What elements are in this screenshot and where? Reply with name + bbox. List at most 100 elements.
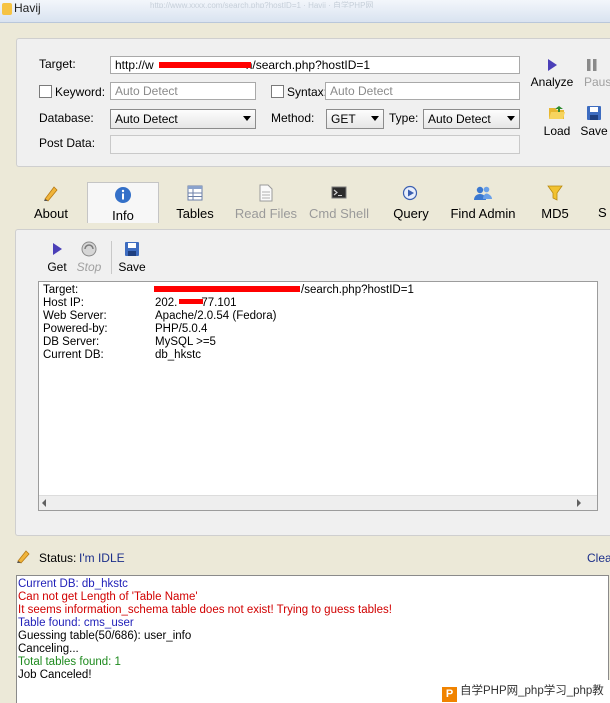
target-redaction xyxy=(154,286,300,292)
clear-link[interactable]: Clear xyxy=(587,551,610,565)
info-row-web-server: Web Server: Apache/2.0.54 (Fedora) xyxy=(43,310,276,323)
info-key: Powered-by: xyxy=(43,323,108,335)
info-row-powered-by: Powered-by: PHP/5.0.4 xyxy=(43,323,207,336)
status-value: I'm IDLE xyxy=(79,551,125,565)
database-select[interactable]: Auto Detect xyxy=(110,109,256,129)
info-row-db-server: DB Server: MySQL >=5 xyxy=(43,336,216,349)
app-icon xyxy=(2,3,12,15)
info-value: Apache/2.0.54 (Fedora) xyxy=(155,310,277,322)
watermark: P 自学PHP网_php学习_php教 xyxy=(440,680,610,703)
syntax-label: Syntax: xyxy=(287,85,328,99)
status-label: Status: xyxy=(39,551,77,565)
tab-s[interactable]: S xyxy=(598,205,610,220)
info-key: Target: xyxy=(43,284,79,296)
pen-icon xyxy=(44,186,58,202)
status-pen-icon xyxy=(17,550,30,564)
log-line: Guessing table(50/686): user_info xyxy=(18,630,192,642)
folder-open-icon xyxy=(549,106,565,119)
info-value: /search.php?hostID=1 xyxy=(301,284,414,296)
tab-read-files[interactable]: Read Files xyxy=(233,184,299,221)
horizontal-scrollbar[interactable] xyxy=(39,495,597,510)
tab-info[interactable]: Info xyxy=(87,182,159,223)
load-button[interactable]: Load xyxy=(538,105,576,138)
target-value-suffix: n/search.php?hostID=1 xyxy=(245,58,371,72)
toolbar-separator xyxy=(111,241,112,274)
title-ghost-text: http://www.xxxx.com/search.php?hostID=1 … xyxy=(150,1,374,8)
log-line: Current DB: db_hkstc xyxy=(18,578,128,590)
save-label: Save xyxy=(580,124,608,138)
tab-cmd-shell[interactable]: Cmd Shell xyxy=(306,184,372,221)
method-select-value: GET xyxy=(331,112,356,126)
info-value: 202. xyxy=(155,297,178,309)
info-value: MySQL >=5 xyxy=(155,336,216,348)
postdata-label: Post Data: xyxy=(39,136,96,150)
log-line: Table found: cms_user xyxy=(18,617,134,629)
keyword-label: Keyword: xyxy=(55,85,106,99)
query-icon xyxy=(402,185,418,201)
pause-icon xyxy=(587,59,597,71)
watermark-logo: P xyxy=(442,687,457,702)
chevron-down-icon xyxy=(507,116,515,121)
target-label: Target: xyxy=(39,57,76,71)
log-line: Total tables found: 1 xyxy=(18,656,121,668)
play-icon xyxy=(548,59,557,71)
syntax-input[interactable]: Auto Detect xyxy=(325,82,520,100)
info-save-button[interactable]: Save xyxy=(116,241,148,274)
info-icon xyxy=(115,187,131,203)
type-select[interactable]: Auto Detect xyxy=(423,109,520,129)
scroll-right-icon xyxy=(577,499,581,507)
stop-icon xyxy=(81,241,97,257)
title-bar: Havij http://www.xxxx.com/search.php?hos… xyxy=(0,0,610,23)
keyword-checkbox[interactable] xyxy=(39,85,52,98)
terminal-icon xyxy=(331,186,347,199)
tab-find-admin[interactable]: Find Admin xyxy=(447,184,519,221)
analyze-button[interactable]: Analyze xyxy=(526,58,578,89)
host-ip-redaction xyxy=(179,299,203,304)
tab-about[interactable]: About xyxy=(26,184,76,221)
info-key: Current DB: xyxy=(43,349,104,361)
users-icon xyxy=(474,186,492,200)
info-key: Host IP: xyxy=(43,297,84,309)
document-icon xyxy=(259,184,273,202)
stop-button[interactable]: Stop xyxy=(73,241,105,274)
postdata-input[interactable] xyxy=(110,135,520,154)
pause-label: Pause xyxy=(584,75,610,89)
info-value-suffix: 77.101 xyxy=(201,297,237,309)
scroll-left-icon xyxy=(42,499,46,507)
watermark-text: 自学PHP网_php学习_php教 xyxy=(460,685,604,697)
tab-s-label: S xyxy=(598,205,607,220)
tab-cmd-shell-label: Cmd Shell xyxy=(309,206,369,221)
log-line: It seems information_schema table does n… xyxy=(18,604,392,616)
info-output[interactable]: Target: /search.php?hostID=1 Host IP: 202.… xyxy=(38,281,598,511)
info-row-host-ip: Host IP: 202. 77.101 xyxy=(43,297,237,310)
tab-find-admin-label: Find Admin xyxy=(450,206,516,221)
chevron-down-icon xyxy=(243,116,251,121)
window-title: Havij xyxy=(14,1,41,15)
syntax-checkbox[interactable] xyxy=(271,85,284,98)
tab-tables-label: Tables xyxy=(176,206,214,221)
tab-query[interactable]: Query xyxy=(386,184,436,221)
method-select[interactable]: GET xyxy=(326,109,384,129)
target-value: http://w xyxy=(115,58,154,72)
floppy-disk-icon xyxy=(125,242,139,256)
target-redaction xyxy=(159,62,251,68)
save-button[interactable]: Save xyxy=(578,105,610,138)
tab-md5-label: MD5 xyxy=(541,206,569,221)
tab-tables[interactable]: Tables xyxy=(170,184,220,221)
tab-md5[interactable]: MD5 xyxy=(535,184,575,221)
log-line: Canceling... xyxy=(18,643,79,655)
keyword-input[interactable]: Auto Detect xyxy=(110,82,256,100)
analyze-label: Analyze xyxy=(530,75,574,89)
type-select-value: Auto Detect xyxy=(428,112,491,126)
get-label: Get xyxy=(47,260,67,274)
info-key: Web Server: xyxy=(43,310,107,322)
tab-about-label: About xyxy=(34,206,68,221)
chevron-down-icon xyxy=(371,116,379,121)
play-icon xyxy=(53,243,62,255)
pause-button[interactable]: Pause xyxy=(584,58,610,89)
database-label: Database: xyxy=(39,111,94,125)
stop-label: Stop xyxy=(76,260,102,274)
log-line: Can not get Length of 'Table Name' xyxy=(18,591,198,603)
floppy-disk-icon xyxy=(587,106,601,120)
get-button[interactable]: Get xyxy=(42,241,72,274)
